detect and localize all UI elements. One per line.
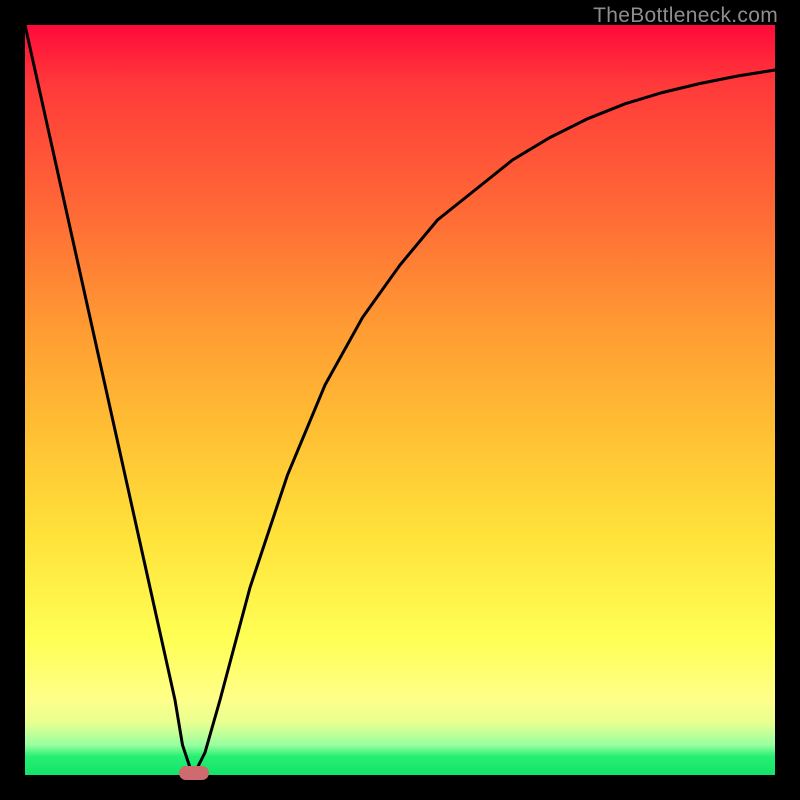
watermark-text: TheBottleneck.com — [593, 4, 778, 28]
optimum-marker — [179, 766, 210, 780]
curve-path — [25, 25, 775, 768]
chart-frame — [25, 25, 775, 775]
bottleneck-curve — [25, 25, 775, 775]
